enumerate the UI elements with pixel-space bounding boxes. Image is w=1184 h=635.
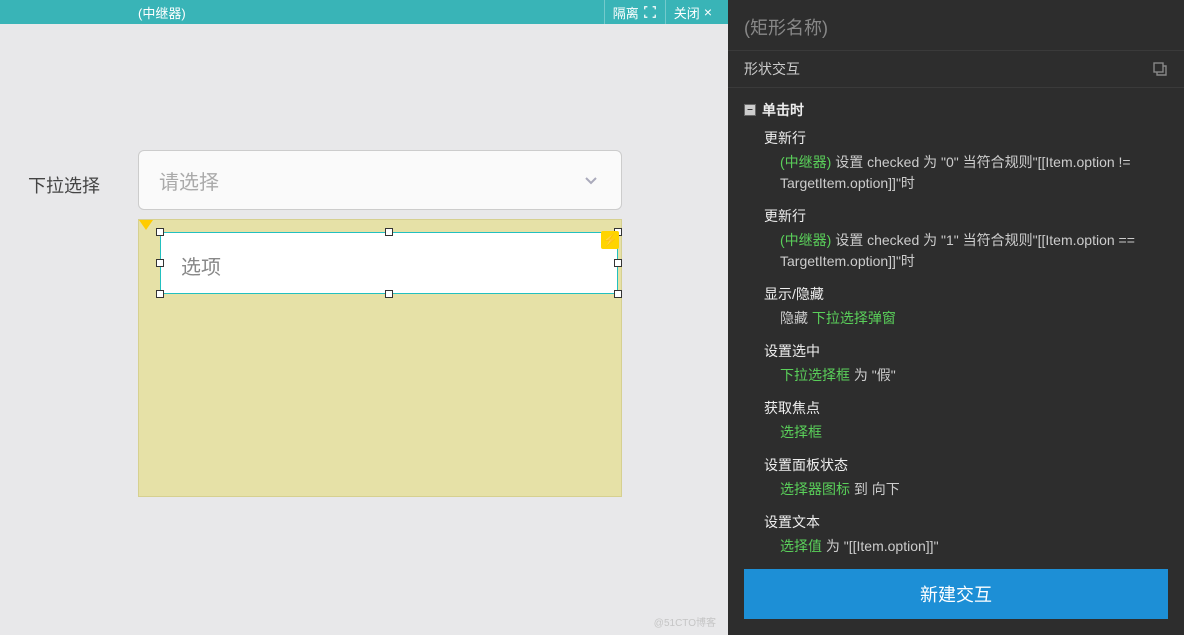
action-detail[interactable]: (中继器) 设置 checked 为 "0" 当符合规则"[[Item.opti…	[744, 150, 1168, 202]
section-label: 形状交互	[744, 59, 800, 79]
resize-handle[interactable]	[385, 290, 393, 298]
create-interaction-button[interactable]: 新建交互	[744, 569, 1168, 619]
canvas-title: (中继器)	[138, 3, 186, 22]
close-label: 关闭	[674, 3, 700, 22]
action-set-selected[interactable]: 设置选中	[744, 337, 1168, 363]
resize-handle[interactable]	[156, 228, 164, 236]
action-detail[interactable]: 下拉选择框 为 "假"	[744, 363, 1168, 394]
canvas-header: (中继器) 隔离 关闭 ×	[0, 0, 728, 24]
action-detail[interactable]: 隐藏 下拉选择弹窗	[744, 306, 1168, 337]
dropdown-label: 下拉选择	[28, 172, 100, 198]
resize-handle[interactable]	[385, 228, 393, 236]
collapse-icon[interactable]: –	[744, 104, 756, 116]
interaction-list: – 单击时 更新行 (中继器) 设置 checked 为 "0" 当符合规则"[…	[728, 88, 1184, 557]
chevron-down-icon	[581, 170, 601, 190]
watermark: @51CTO博客	[654, 614, 716, 629]
interaction-settings-icon[interactable]	[1152, 61, 1168, 77]
dropdown-placeholder: 请选择	[159, 166, 219, 195]
inspector-panel: (矩形名称) 形状交互 – 单击时 更新行 (中继器) 设置 checked 为…	[728, 0, 1184, 635]
close-icon: ×	[704, 4, 712, 20]
action-detail[interactable]: 选择框	[744, 420, 1168, 451]
action-show-hide[interactable]: 显示/隐藏	[744, 280, 1168, 306]
option-text: 选项	[181, 251, 221, 280]
inspector-title[interactable]: (矩形名称)	[728, 0, 1184, 50]
canvas-area: (中继器) 隔离 关闭 × 下拉选择 请选择 选项	[0, 0, 728, 635]
action-update-row[interactable]: 更新行	[744, 124, 1168, 150]
canvas-body[interactable]: 下拉选择 请选择 选项 ⚡ @51CTO博客	[0, 24, 728, 635]
resize-handle[interactable]	[614, 259, 622, 267]
action-detail[interactable]: 选择器图标 到 向下	[744, 477, 1168, 508]
resize-handle[interactable]	[156, 290, 164, 298]
isolate-icon	[643, 5, 657, 19]
dropdown-widget[interactable]: 请选择	[138, 150, 622, 210]
event-onclick[interactable]: – 单击时	[744, 96, 1168, 124]
close-button[interactable]: 关闭 ×	[665, 0, 720, 24]
action-set-panel-state[interactable]: 设置面板状态	[744, 451, 1168, 477]
action-set-text[interactable]: 设置文本	[744, 508, 1168, 534]
section-shape-interaction[interactable]: 形状交互	[728, 50, 1184, 88]
resize-handle[interactable]	[614, 290, 622, 298]
isolate-button[interactable]: 隔离	[604, 0, 665, 24]
option-item-selected[interactable]: 选项 ⚡	[160, 232, 618, 294]
event-label: 单击时	[762, 100, 804, 120]
interaction-indicator-icon[interactable]: ⚡	[601, 231, 619, 249]
action-detail[interactable]: 选择值 为 "[[Item.option]]"	[744, 534, 1168, 557]
action-update-row[interactable]: 更新行	[744, 202, 1168, 228]
resize-handle[interactable]	[156, 259, 164, 267]
action-detail[interactable]: (中继器) 设置 checked 为 "1" 当符合规则"[[Item.opti…	[744, 228, 1168, 280]
isolate-label: 隔离	[613, 3, 639, 22]
action-focus[interactable]: 获取焦点	[744, 394, 1168, 420]
